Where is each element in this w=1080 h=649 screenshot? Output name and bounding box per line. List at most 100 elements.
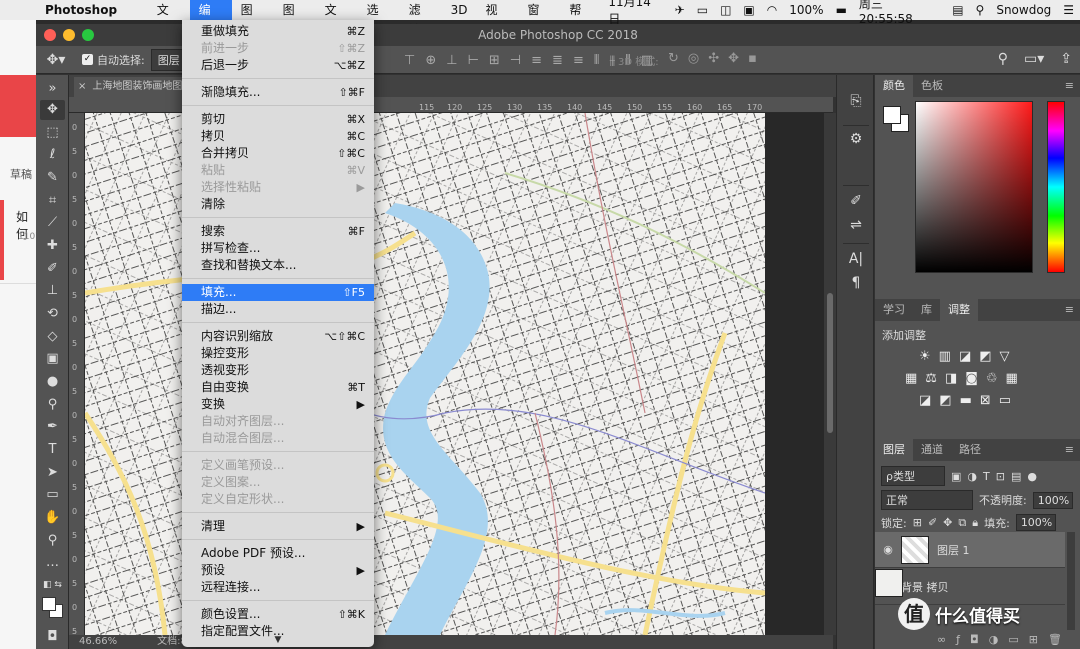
collapse-tools-icon[interactable]: » — [40, 79, 65, 99]
vibrance-icon[interactable]: ▽ — [1000, 349, 1010, 364]
share-icon[interactable]: ⇪ — [1060, 51, 1072, 67]
eraser-tool-icon[interactable]: ◇ — [40, 327, 65, 347]
hand-tool-icon[interactable]: ✋ — [40, 508, 65, 528]
fill-input[interactable]: 100% — [1015, 514, 1056, 531]
screen-icon[interactable]: ◫ — [714, 3, 737, 17]
blend-mode-select[interactable]: 正常 — [881, 490, 973, 510]
menubar-item-window[interactable]: 窗口 — [518, 0, 560, 37]
distribute-vcenter-icon[interactable]: ≣ — [552, 53, 563, 68]
edit-menu-item[interactable]: 合并拷贝 ⇧⌘C — [182, 145, 374, 162]
opacity-input[interactable]: 100% — [1032, 491, 1073, 509]
filter-smart-object-icon[interactable]: ▤ — [1011, 470, 1021, 483]
brush-tool-icon[interactable]: ✐ — [40, 259, 65, 279]
3d-roll-icon[interactable]: ◎ — [688, 51, 699, 66]
align-hcenter-icon[interactable]: ⊞ — [489, 53, 500, 68]
document-tab[interactable]: × 上海地图装饰画地图 — [74, 77, 184, 97]
edit-menu-item[interactable]: 透视变形 — [182, 362, 374, 379]
menu-scroll-down-arrow-icon[interactable]: ▼ — [182, 635, 374, 645]
link-layers-icon[interactable]: ∞ — [937, 633, 946, 649]
menubar-clock[interactable]: 周三 20:55:58 — [853, 0, 946, 26]
menubar-item-type[interactable]: 文字 — [316, 0, 358, 37]
bird-icon[interactable]: ✈ — [669, 3, 691, 17]
edit-menu-item[interactable]: 查找和替换文本... — [182, 257, 374, 274]
properties-panel-icon[interactable]: ⚙ — [847, 131, 865, 147]
battery-percent[interactable]: 100% — [783, 3, 829, 17]
menubar-item-select[interactable]: 选择 — [358, 0, 400, 37]
align-left-icon[interactable]: ⊢ — [468, 53, 479, 68]
edit-menu-item[interactable]: 远程连接... — [182, 579, 374, 596]
lasso-tool-icon[interactable]: ℓ — [40, 145, 65, 165]
history-brush-tool-icon[interactable]: ⟲ — [40, 304, 65, 324]
zoom-window-button[interactable] — [82, 29, 94, 41]
edit-menu-item[interactable]: 操控变形 — [182, 345, 374, 362]
edit-menu-item[interactable]: 后退一步 ⌥⌘Z — [182, 57, 374, 74]
foreground-color-swatch[interactable] — [42, 597, 56, 611]
lock-artboard-icon[interactable]: ⧉ — [958, 516, 966, 530]
history-panel-icon[interactable]: ⎘ — [847, 93, 865, 109]
quick-select-tool-icon[interactable]: ✎ — [40, 168, 65, 188]
color-balance-icon[interactable]: ⚖ — [925, 371, 937, 386]
dodge-tool-icon[interactable]: ⚲ — [40, 395, 65, 415]
menubar-app-name[interactable]: Photoshop CC — [36, 0, 148, 37]
align-right-icon[interactable]: ⊣ — [510, 53, 521, 68]
hue-saturation-icon[interactable]: ▦ — [905, 371, 917, 386]
edit-menu-item[interactable]: 清除 — [182, 196, 374, 213]
menubar-item-edit[interactable]: 编辑 — [189, 0, 232, 37]
brush-panel-icon[interactable]: ✐ — [847, 193, 865, 209]
blur-tool-icon[interactable]: ● — [40, 372, 65, 392]
edit-toolbar-icon[interactable]: … — [40, 553, 65, 573]
edit-menu-item[interactable]: 清理 ▶ — [182, 518, 374, 535]
move-tool-preset-icon[interactable]: ✥▾ — [36, 52, 76, 68]
crop-tool-icon[interactable]: ⌗ — [40, 191, 65, 211]
edit-menu-item[interactable]: 自由变换 ⌘T — [182, 379, 374, 396]
edit-menu-item[interactable]: Adobe PDF 预设... — [182, 545, 374, 562]
video-icon[interactable]: ▣ — [737, 3, 760, 17]
quick-mask-icon[interactable]: ◘ — [40, 627, 65, 647]
exposure-icon[interactable]: ◩ — [979, 349, 991, 364]
menubar-item-file[interactable]: 文件 — [148, 0, 190, 37]
clone-stamp-tool-icon[interactable]: ⊥ — [40, 281, 65, 301]
layer-filter-select[interactable]: ρ类型 — [881, 466, 945, 486]
wifi-icon[interactable]: ◠ — [761, 3, 783, 17]
rectangle-tool-icon[interactable]: ▭ — [40, 485, 65, 505]
edit-menu-item[interactable]: 渐隐填充... ⇧⌘F — [182, 84, 374, 101]
edit-menu-item[interactable]: 拼写检查... — [182, 240, 374, 257]
edit-menu-item[interactable]: 搜索 ⌘F — [182, 223, 374, 240]
edit-menu-item[interactable]: 描边... — [182, 301, 374, 318]
display-icon[interactable]: ▭ — [691, 3, 714, 17]
filter-toggle-icon[interactable]: ● — [1027, 470, 1037, 483]
new-group-icon[interactable]: ▭ — [1008, 633, 1018, 649]
3d-scale-icon[interactable]: ▪ — [748, 51, 757, 66]
menubar-item-image[interactable]: 图像 — [232, 0, 274, 37]
invert-icon[interactable]: ◪ — [919, 393, 931, 408]
lock-transparent-icon[interactable]: ⊞ — [913, 516, 922, 529]
character-panel-icon[interactable]: A| — [847, 251, 865, 267]
menubar-date[interactable]: 11月14日 — [602, 0, 668, 27]
workspace-icon[interactable]: ▭▾ — [1024, 51, 1044, 67]
hue-slider[interactable] — [1047, 101, 1065, 273]
color-swatches[interactable] — [40, 595, 66, 621]
zoom-tool-icon[interactable]: ⚲ — [40, 531, 65, 551]
levels-icon[interactable]: ▥ — [939, 349, 951, 364]
menubar-item-filter[interactable]: 滤镜 — [400, 0, 442, 37]
minimize-window-button[interactable] — [63, 29, 75, 41]
photo-filter-icon[interactable]: ◙ — [965, 371, 978, 386]
default-colors-icon[interactable]: ◧ ⇆ — [40, 575, 65, 595]
lock-all-icon[interactable]: 🔒︎ — [972, 516, 978, 530]
align-vcenter-icon[interactable]: ⊕ — [425, 53, 436, 68]
layer-row-layer-1[interactable]: ◉ 图层 1 — [875, 532, 1065, 568]
gradient-map-icon[interactable]: ▭ — [999, 393, 1011, 408]
search-icon[interactable]: ⚲ — [998, 51, 1008, 67]
flag-icon[interactable]: ▤ — [946, 3, 969, 17]
tab-swatches[interactable]: 色板 — [913, 75, 951, 97]
eye-icon[interactable]: ◉ — [875, 543, 901, 556]
path-select-tool-icon[interactable]: ➤ — [40, 463, 65, 483]
spotlight-search-icon[interactable]: ⚲ — [970, 3, 991, 17]
menubar-item-3d[interactable]: 3D — [442, 0, 477, 20]
black-white-icon[interactable]: ◨ — [945, 371, 957, 386]
edit-menu-item[interactable]: 变换 ▶ — [182, 396, 374, 413]
move-tool-icon[interactable]: ✥ — [40, 100, 65, 120]
edit-menu-item[interactable]: 填充... ⇧F5 — [182, 284, 374, 301]
layers-scrollbar[interactable] — [1067, 532, 1075, 630]
delete-layer-icon[interactable]: 🗑︎ — [1048, 633, 1062, 649]
